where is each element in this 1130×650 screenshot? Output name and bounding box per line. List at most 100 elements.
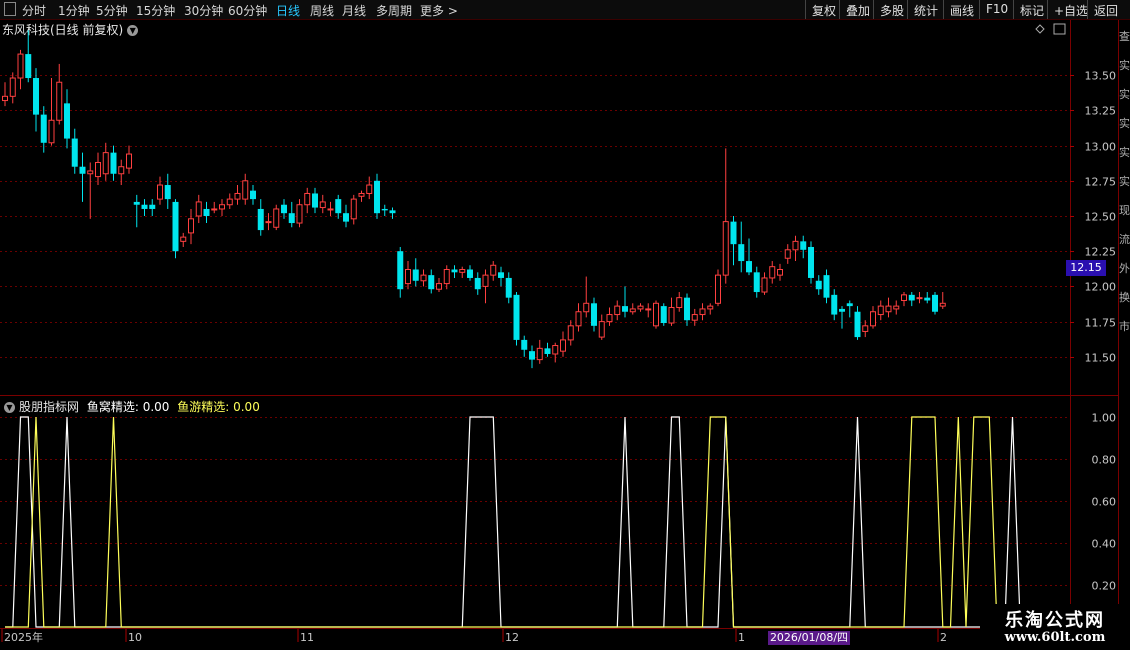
current-price-tag: 12.15: [1066, 260, 1106, 276]
candle-body-down: [467, 269, 473, 278]
side-label: 实: [1119, 117, 1130, 130]
candle-body-up: [126, 153, 132, 169]
price-tick-label: 11.50: [1085, 352, 1117, 365]
candle-body-down: [529, 351, 535, 360]
candle-body-down: [250, 190, 256, 200]
candle-body-down: [428, 275, 435, 290]
candle-body-up: [939, 302, 946, 307]
candle-body-down: [730, 221, 737, 245]
candle-body-down: [474, 277, 481, 290]
candle-body-up: [885, 305, 892, 313]
candle-body-down: [40, 114, 47, 143]
x-tick-label: 12: [505, 631, 519, 644]
candle-body-down: [335, 199, 342, 214]
x-tick-label: 11: [300, 631, 314, 644]
candle-body-down: [389, 210, 396, 214]
candle-body-up: [653, 302, 659, 327]
side-label: 现: [1119, 204, 1130, 217]
panel-toggle-icon: [1053, 23, 1066, 35]
x-tick-label: 1: [738, 631, 745, 644]
candle-body-down: [846, 303, 853, 307]
candle-body-down: [33, 78, 39, 115]
candle-body-down: [924, 297, 931, 301]
candle-body-down: [800, 241, 807, 250]
candle-body-down: [133, 201, 140, 205]
candle-body-down: [498, 272, 504, 278]
candle-body-up: [319, 201, 326, 209]
candle-body-down: [622, 306, 628, 312]
candle-body-up: [792, 240, 799, 251]
candle-body-down: [839, 308, 845, 312]
candle-body-up: [157, 184, 163, 200]
candle-body-up: [490, 264, 497, 276]
price-tick-label: 12.50: [1085, 211, 1117, 224]
candle-body-up: [598, 321, 605, 338]
candle-body-down: [513, 294, 520, 340]
candle-body-down: [521, 339, 528, 350]
candle-body-up: [327, 208, 334, 211]
candle-body-up: [784, 249, 791, 259]
x-tick-label: 2025年: [4, 630, 43, 644]
candle-body-up: [405, 269, 411, 285]
kline-chart[interactable]: 13.50 13.25 13.00 12.75 12.50 12.25 12.00 11.75…: [0, 0, 1130, 650]
price-tick-label: 12.25: [1085, 246, 1117, 259]
candle-body-up: [420, 274, 427, 282]
candle-body-up: [769, 266, 776, 279]
price-tick-label: 12.00: [1085, 281, 1117, 294]
watermark-title: 乐淘公式网: [1005, 610, 1105, 631]
candle-body-up: [707, 305, 714, 310]
side-label: 实: [1119, 59, 1130, 72]
candle-body-up: [637, 305, 644, 310]
side-panel-strip: 查实实实实实现流外换市: [1119, 20, 1130, 640]
candle-body-down: [141, 204, 148, 209]
candle-body-up: [583, 302, 590, 313]
candle-body-up: [180, 236, 187, 242]
candle-body-up: [443, 269, 450, 285]
candle-body-down: [149, 204, 156, 209]
candle-body-up: [56, 81, 63, 121]
candle-body-down: [288, 213, 295, 224]
candle-body-up: [2, 95, 8, 102]
candle-body-up: [645, 308, 652, 311]
indicator-tick-label: 1.00: [1092, 412, 1117, 425]
candle-body-down: [71, 138, 78, 167]
candle-body-up: [366, 184, 373, 194]
candle-body-up: [9, 77, 16, 97]
candle-body-down: [79, 166, 86, 174]
candle-body-up: [699, 308, 706, 316]
candle-body-down: [753, 272, 760, 293]
candle-body-up: [715, 274, 721, 304]
watermark: 乐淘公式网 www.60lt.com: [980, 604, 1130, 650]
candle-body-up: [916, 297, 923, 300]
candle-body-up: [777, 269, 783, 276]
side-label: 实: [1119, 88, 1130, 101]
candle-body-up: [102, 152, 109, 175]
candle-body-up: [211, 208, 218, 211]
candle-body-down: [505, 277, 512, 298]
candle-body-up: [536, 347, 543, 361]
candle-body-up: [17, 53, 24, 79]
candle-body-up: [358, 192, 365, 197]
indicator-tick-label: 0.20: [1092, 580, 1117, 593]
x-tick-label: 10: [128, 631, 142, 644]
candle-body-up: [87, 170, 94, 175]
diamond-icon: [1035, 24, 1045, 34]
candle-body-down: [381, 208, 388, 211]
candle-body-up: [188, 218, 194, 234]
candle-body-down: [823, 275, 830, 298]
candle-body-up: [722, 221, 729, 276]
candle-body-up: [691, 314, 698, 321]
candle-body-down: [203, 208, 210, 216]
side-label: 流: [1119, 233, 1130, 246]
candle-body-up: [195, 201, 202, 217]
candle-body-up: [226, 198, 233, 206]
candle-body-up: [870, 311, 876, 327]
side-label: 外: [1119, 262, 1130, 275]
side-label: 换: [1119, 291, 1130, 304]
candle-body-down: [25, 54, 32, 79]
candle-body-down: [172, 201, 179, 252]
candle-body-up: [893, 305, 900, 310]
candle-body-up: [567, 325, 574, 341]
candle-body-down: [64, 103, 70, 139]
candle-body-down: [684, 297, 690, 321]
